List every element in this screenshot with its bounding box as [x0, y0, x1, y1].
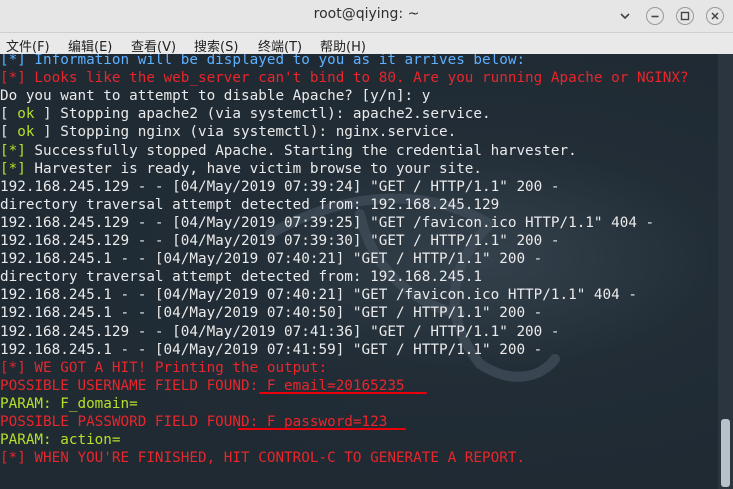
menu-edit[interactable]: 编辑(E)	[68, 36, 112, 55]
terminal-line: [*] WE GOT A HIT! Printing the output:	[0, 359, 327, 377]
terminal-line: [*] Looks like the web_server can't bind…	[0, 69, 689, 87]
terminal-text-segment: 192.168.245.1 - - [04/May/2019 07:40:50]…	[0, 305, 543, 322]
terminal-text-segment: Harvester is ready, have victim browse t…	[25, 160, 483, 177]
minimize-icon[interactable]	[646, 7, 664, 25]
chevron-down-icon[interactable]	[616, 7, 634, 25]
terminal-line: [ ok ] Stopping nginx (via systemctl): n…	[0, 123, 456, 141]
terminal-line: PARAM: F_domain=	[0, 395, 138, 413]
terminal-scrollbar[interactable]	[718, 54, 733, 489]
maximize-icon[interactable]	[676, 7, 694, 25]
terminal-text-segment: ok	[17, 124, 35, 141]
terminal-line: directory traversal attempt detected fro…	[0, 196, 499, 214]
scrollbar-thumb[interactable]	[721, 419, 730, 487]
terminal-text-segment: 192.168.245.1 - - [04/May/2019 07:40:21]…	[0, 251, 543, 268]
terminal-text-segment: 192.168.245.1 - - [04/May/2019 07:40:21]…	[0, 287, 637, 304]
terminal-line: 192.168.245.129 - - [04/May/2019 07:41:3…	[0, 323, 559, 341]
password-underline-annotation	[238, 428, 406, 430]
terminal-line: directory traversal attempt detected fro…	[0, 268, 482, 286]
terminal-line: 192.168.245.1 - - [04/May/2019 07:40:50]…	[0, 304, 542, 322]
terminal-text-segment: 192.168.245.129 - - [04/May/2019 07:39:2…	[0, 214, 655, 231]
terminal-text-segment: [	[0, 106, 18, 123]
terminal-text-segment: ] Stopping nginx (via systemctl): nginx.…	[34, 124, 457, 141]
terminal-text-segment: [*]	[0, 142, 26, 159]
terminal-line: 192.168.245.129 - - [04/May/2019 07:39:2…	[0, 178, 559, 196]
window-titlebar[interactable]: root@qiying: ~	[0, 0, 733, 33]
terminal-text-segment: ok	[17, 106, 35, 123]
close-icon[interactable]	[706, 7, 724, 25]
terminal-text-segment: 192.168.245.129 - - [04/May/2019 07:39:2…	[0, 178, 560, 195]
terminal-text-segment: ] Stopping apache2 (via systemctl): apac…	[34, 106, 491, 123]
terminal-text-segment: [*] Looks like the web_server can't bind…	[0, 70, 689, 87]
terminal-line: [*] Information will be displayed to you…	[0, 54, 525, 69]
terminal-line: 192.168.245.1 - - [04/May/2019 07:41:59]…	[0, 341, 542, 359]
terminal-text-segment: directory traversal attempt detected fro…	[0, 196, 500, 213]
username-underline-annotation	[259, 392, 427, 394]
menu-terminal[interactable]: 终端(T)	[258, 36, 302, 55]
terminal-text-segment: directory traversal attempt detected fro…	[0, 269, 483, 286]
menu-view[interactable]: 查看(V)	[131, 36, 176, 55]
terminal-text-segment: Successfully stopped Apache. Starting th…	[25, 142, 577, 159]
terminal-text-segment: 192.168.245.129 - - [04/May/2019 07:39:3…	[0, 233, 560, 249]
menu-search[interactable]: 搜索(S)	[194, 36, 238, 55]
terminal-text-segment: 192.168.245.1 - - [04/May/2019 07:41:59]…	[0, 341, 543, 358]
terminal-line: 192.168.245.129 - - [04/May/2019 07:39:3…	[0, 232, 559, 250]
terminal-line: 192.168.245.1 - - [04/May/2019 07:40:21]…	[0, 250, 542, 268]
terminal-line: Do you want to attempt to disable Apache…	[0, 87, 430, 105]
menu-help[interactable]: 帮助(H)	[320, 36, 366, 55]
terminal-line: 192.168.245.1 - - [04/May/2019 07:40:21]…	[0, 286, 637, 304]
menubar: 文件(F) 编辑(E) 查看(V) 搜索(S) 终端(T) 帮助(H)	[0, 33, 733, 55]
terminal-line: [ ok ] Stopping apache2 (via systemctl):…	[0, 105, 491, 123]
terminal-text-segment: [	[0, 124, 18, 141]
terminal-text-segment: Do you want to attempt to disable Apache…	[0, 88, 431, 105]
terminal-text-segment: [*] WE GOT A HIT! Printing the output:	[0, 359, 328, 376]
terminal-text-segment: [*] WHEN YOU'RE FINISHED, HIT CONTROL-C …	[0, 450, 526, 467]
terminal-text-segment: PARAM: action=	[0, 432, 121, 449]
terminal-line: 192.168.245.129 - - [04/May/2019 07:39:2…	[0, 214, 654, 232]
terminal-line: [*] WHEN YOU'RE FINISHED, HIT CONTROL-C …	[0, 449, 525, 467]
terminal-text-segment: [*] Information will be displayed to you…	[0, 54, 526, 68]
terminal-line: [*] Successfully stopped Apache. Startin…	[0, 142, 577, 160]
terminal-line: [*] Harvester is ready, have victim brow…	[0, 160, 482, 178]
terminal-text-segment: [*]	[0, 160, 26, 177]
terminal-line: PARAM: action=	[0, 431, 121, 449]
terminal-text-segment: PARAM: F_domain=	[0, 395, 138, 412]
terminal-text-segment: 192.168.245.129 - - [04/May/2019 07:41:3…	[0, 323, 560, 340]
terminal-output[interactable]: [*] Information will be displayed to you…	[0, 54, 718, 489]
menu-file[interactable]: 文件(F)	[6, 36, 50, 55]
